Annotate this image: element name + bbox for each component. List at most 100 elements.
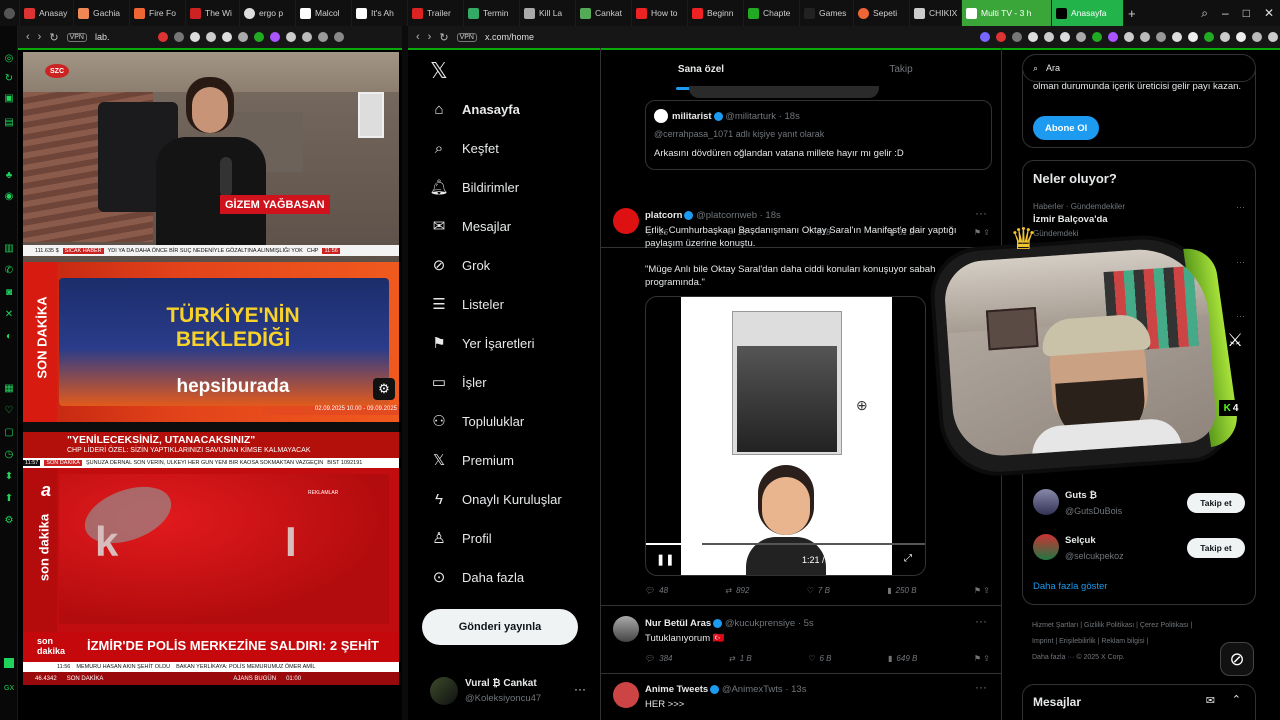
video-player[interactable]: ⊕ ❚❚ 1:21 / 6:40 🔈︎ ⚙ ⤢ [645,296,926,576]
nav-explore[interactable]: ⌕ Keşfet [430,139,499,157]
footer-link[interactable]: Reklam bilgisi [1101,638,1144,645]
video-progress[interactable] [646,543,925,545]
nav-verified-orgs[interactable]: ϟ Onaylı Kuruluşlar [430,490,562,508]
nav-home[interactable]: ⌂ Anasayfa [430,100,519,118]
account-name[interactable]: Vural ₿ Cankat [465,678,537,689]
follow-name[interactable]: Guts ₿ [1065,490,1097,501]
nav-bookmarks[interactable]: ⚑ Yer İşaretleri [430,334,534,352]
url-field[interactable]: lab. [95,32,110,42]
gx-logo-icon[interactable]: GX [4,684,14,694]
collapse-icon[interactable]: ⌃ [1232,693,1241,706]
tv-stream-2[interactable]: SON DAKİKA TÜRKİYE'NİN BEKLEDİĞİ hepsibu… [23,262,399,460]
like-button[interactable]: ♡ 6 B [808,654,831,663]
tab[interactable]: Cankat [576,0,632,26]
extension-icon[interactable] [1108,32,1118,42]
minimize-icon[interactable]: – [1222,6,1229,20]
search-icon[interactable]: ⌕ [1201,6,1208,21]
nav-more[interactable]: ⊙ Daha fazla [430,568,524,586]
like-button[interactable]: ♡ 7 B [807,586,830,595]
extension-icon[interactable] [1236,32,1246,42]
sidebar-icon[interactable]: ▢ [4,428,14,438]
post[interactable]: Anime Tweets @AnimexTwts · 13s ··· HER >… [601,676,1001,720]
extension-icon[interactable] [206,32,216,42]
tab[interactable]: Games [800,0,854,26]
extension-icon[interactable] [302,32,312,42]
x-icon[interactable]: ✕ [4,310,14,320]
extension-icon[interactable] [1220,32,1230,42]
tab-anasayfa[interactable]: Anasayfa [1052,0,1124,26]
tab[interactable]: CHIKIX [910,0,962,26]
reload-icon[interactable]: ↻ [439,31,448,44]
nav-profile[interactable]: ♙ Profil [430,529,491,547]
extension-icon[interactable] [1252,32,1262,42]
views-button[interactable]: ▮ 250 B [887,586,916,595]
author-avatar[interactable] [613,616,639,642]
extension-icon[interactable] [996,32,1006,42]
tab[interactable]: How to [632,0,688,26]
heart-icon[interactable]: ♡ [4,406,14,416]
repost-button[interactable]: ⇄ 892 [725,586,749,595]
footer-link[interactable]: Daha fazla ··· [1032,654,1074,661]
sidebar-icon[interactable]: ✆ [4,266,14,276]
extension-icon[interactable] [222,32,232,42]
pause-icon[interactable]: ❚❚ [656,553,674,566]
follow-button[interactable]: Takip et [1187,493,1245,513]
gear-icon[interactable]: ⚙ [373,378,395,400]
trend-title[interactable]: İzmir Balçova'da [1033,214,1108,225]
sidebar-icon[interactable]: ▦ [4,384,14,394]
new-tab-button[interactable]: + [1124,0,1142,26]
footer-link[interactable]: Erişilebilirlik [1059,638,1096,645]
tab-multi-tv[interactable]: Multi TV - 3 h [962,0,1052,26]
more-icon[interactable]: ··· [1236,311,1245,321]
follow-avatar[interactable] [1033,534,1059,560]
subscribe-button[interactable]: Abone Ol [1033,116,1100,140]
extension-icon[interactable] [1092,32,1102,42]
tab[interactable]: It's Ah [352,0,408,26]
tab[interactable]: Beginn [688,0,744,26]
extension-icon[interactable] [270,32,280,42]
tab[interactable]: Gachia [74,0,130,26]
extension-icon[interactable] [238,32,248,42]
sidebar-icon[interactable]: ⬍ [4,472,14,482]
tab[interactable]: Trailer [408,0,464,26]
more-icon[interactable]: ··· [975,680,987,694]
post-button[interactable]: Gönderi yayınla [422,609,578,645]
extension-icon[interactable] [286,32,296,42]
extension-icon[interactable] [980,32,990,42]
follow-avatar[interactable] [1033,489,1059,515]
forward-icon[interactable]: › [428,31,432,43]
tab[interactable]: Chapte [744,0,800,26]
author-avatar[interactable] [613,682,639,708]
grok-icon[interactable]: ⊘ [1220,642,1254,676]
extension-icon[interactable] [1060,32,1070,42]
reply-button[interactable]: 💬︎ 48 [645,586,668,595]
sidebar-icon[interactable]: ▥ [4,244,14,254]
nav-grok[interactable]: ⊘ Grok [430,256,490,274]
tv-stream-3[interactable]: 11:57 SON DAKİKA ŞUNUZA DERNAL SON VERIN… [23,460,399,685]
clock-icon[interactable]: ◷ [4,450,14,460]
extension-icon[interactable] [1188,32,1198,42]
more-icon[interactable]: ··· [1236,202,1245,212]
sidebar-icon[interactable]: ↻ [4,74,14,84]
url-field[interactable]: x.com/home [485,32,534,42]
fullscreen-icon[interactable]: ⤢ [904,553,912,564]
show-more-link[interactable]: Daha fazla göster [1033,581,1107,592]
tab[interactable]: ergo p [240,0,296,26]
extension-icon[interactable] [334,32,344,42]
volume-icon[interactable]: 🔈︎ [856,553,862,564]
gear-icon[interactable]: ⚙ [4,516,14,526]
nav-notifications[interactable]: 🔔︎ Bildirimler [429,178,519,196]
back-icon[interactable]: ‹ [416,31,420,43]
reload-icon[interactable]: ↻ [49,31,58,44]
extension-icon[interactable] [1204,32,1214,42]
extension-icon[interactable] [254,32,264,42]
author-avatar[interactable] [613,208,639,234]
bookmark-button[interactable]: ⚑ ⇪ [974,586,990,595]
views-button[interactable]: ▮ 649 B [888,654,917,663]
extension-icon[interactable] [1076,32,1086,42]
extension-icon[interactable] [190,32,200,42]
extension-icon[interactable] [1012,32,1022,42]
sidebar-icon[interactable]: ◉ [4,192,14,202]
tab[interactable]: The Wi [186,0,240,26]
sidebar-icon[interactable]: ▤ [4,118,14,128]
